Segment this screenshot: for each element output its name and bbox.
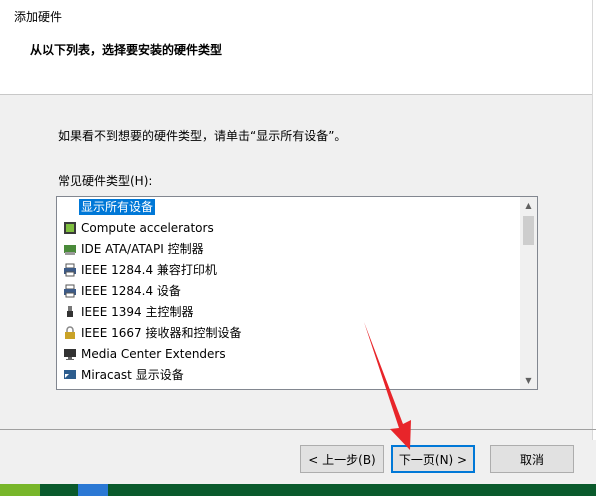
list-item-label: Miracast 显示设备 bbox=[81, 368, 184, 382]
list-item[interactable]: IEEE 1284.4 设备 bbox=[57, 281, 520, 302]
ide-controller-icon bbox=[64, 245, 76, 255]
list-item-label: IEEE 1284.4 设备 bbox=[81, 284, 181, 298]
listbox-scrollbar[interactable]: ▲ ▼ bbox=[520, 197, 537, 389]
usb-plug-icon bbox=[67, 306, 73, 317]
list-item[interactable]: IDE ATA/ATAPI 控制器 bbox=[57, 239, 520, 260]
list-item-label: Compute accelerators bbox=[81, 221, 214, 235]
hardware-type-listbox[interactable]: 显示所有设备 Compute accelerators IDE ATA/ATAPI … bbox=[56, 196, 538, 390]
chip-icon bbox=[64, 222, 76, 234]
wizard-subtitle: 从以下列表，选择要安装的硬件类型 bbox=[30, 43, 223, 57]
list-item[interactable]: Miracast 显示设备 bbox=[57, 365, 520, 386]
footer-divider bbox=[0, 429, 596, 430]
list-item[interactable]: IEEE 1284.4 兼容打印机 bbox=[57, 260, 520, 281]
lock-device-icon bbox=[65, 326, 75, 339]
window-title: 添加硬件 bbox=[14, 10, 63, 24]
list-item-label: Media Center Extenders bbox=[81, 347, 226, 361]
scroll-down-arrow-icon[interactable]: ▼ bbox=[520, 372, 537, 389]
printer-icon bbox=[64, 263, 76, 277]
list-item[interactable]: Compute accelerators bbox=[57, 218, 520, 239]
instruction-text: 如果看不到想要的硬件类型，请单击“显示所有设备”。 bbox=[58, 129, 347, 143]
list-item[interactable]: 显示所有设备 bbox=[57, 197, 520, 218]
scroll-thumb[interactable] bbox=[523, 216, 534, 245]
list-item-label: 显示所有设备 bbox=[79, 199, 156, 215]
scroll-up-arrow-icon[interactable]: ▲ bbox=[520, 197, 537, 214]
monitor-icon bbox=[64, 349, 76, 360]
printer-icon bbox=[64, 284, 76, 298]
list-item-label: IEEE 1394 主控制器 bbox=[81, 305, 194, 319]
list-item[interactable]: IEEE 1667 接收器和控制设备 bbox=[57, 323, 520, 344]
hardware-list-label: 常见硬件类型(H): bbox=[58, 174, 153, 188]
wizard-header: 添加硬件 从以下列表，选择要安装的硬件类型 bbox=[0, 0, 596, 95]
back-button[interactable]: < 上一步(B) bbox=[300, 445, 384, 473]
list-item-label: IEEE 1667 接收器和控制设备 bbox=[81, 326, 242, 340]
window-edge bbox=[592, 0, 596, 440]
taskbar-app-icon[interactable] bbox=[78, 484, 108, 496]
list-item[interactable]: Media Center Extenders bbox=[57, 344, 520, 365]
cancel-button[interactable]: 取消 bbox=[490, 445, 574, 473]
hardware-items: 显示所有设备 Compute accelerators IDE ATA/ATAPI … bbox=[57, 197, 520, 386]
list-item-label: IDE ATA/ATAPI 控制器 bbox=[81, 242, 204, 256]
list-item-label: IEEE 1284.4 兼容打印机 bbox=[81, 263, 217, 277]
miracast-icon bbox=[64, 370, 76, 379]
list-item[interactable]: IEEE 1394 主控制器 bbox=[57, 302, 520, 323]
taskbar-app-icon[interactable] bbox=[0, 484, 40, 496]
next-button[interactable]: 下一页(N) > bbox=[391, 445, 475, 473]
